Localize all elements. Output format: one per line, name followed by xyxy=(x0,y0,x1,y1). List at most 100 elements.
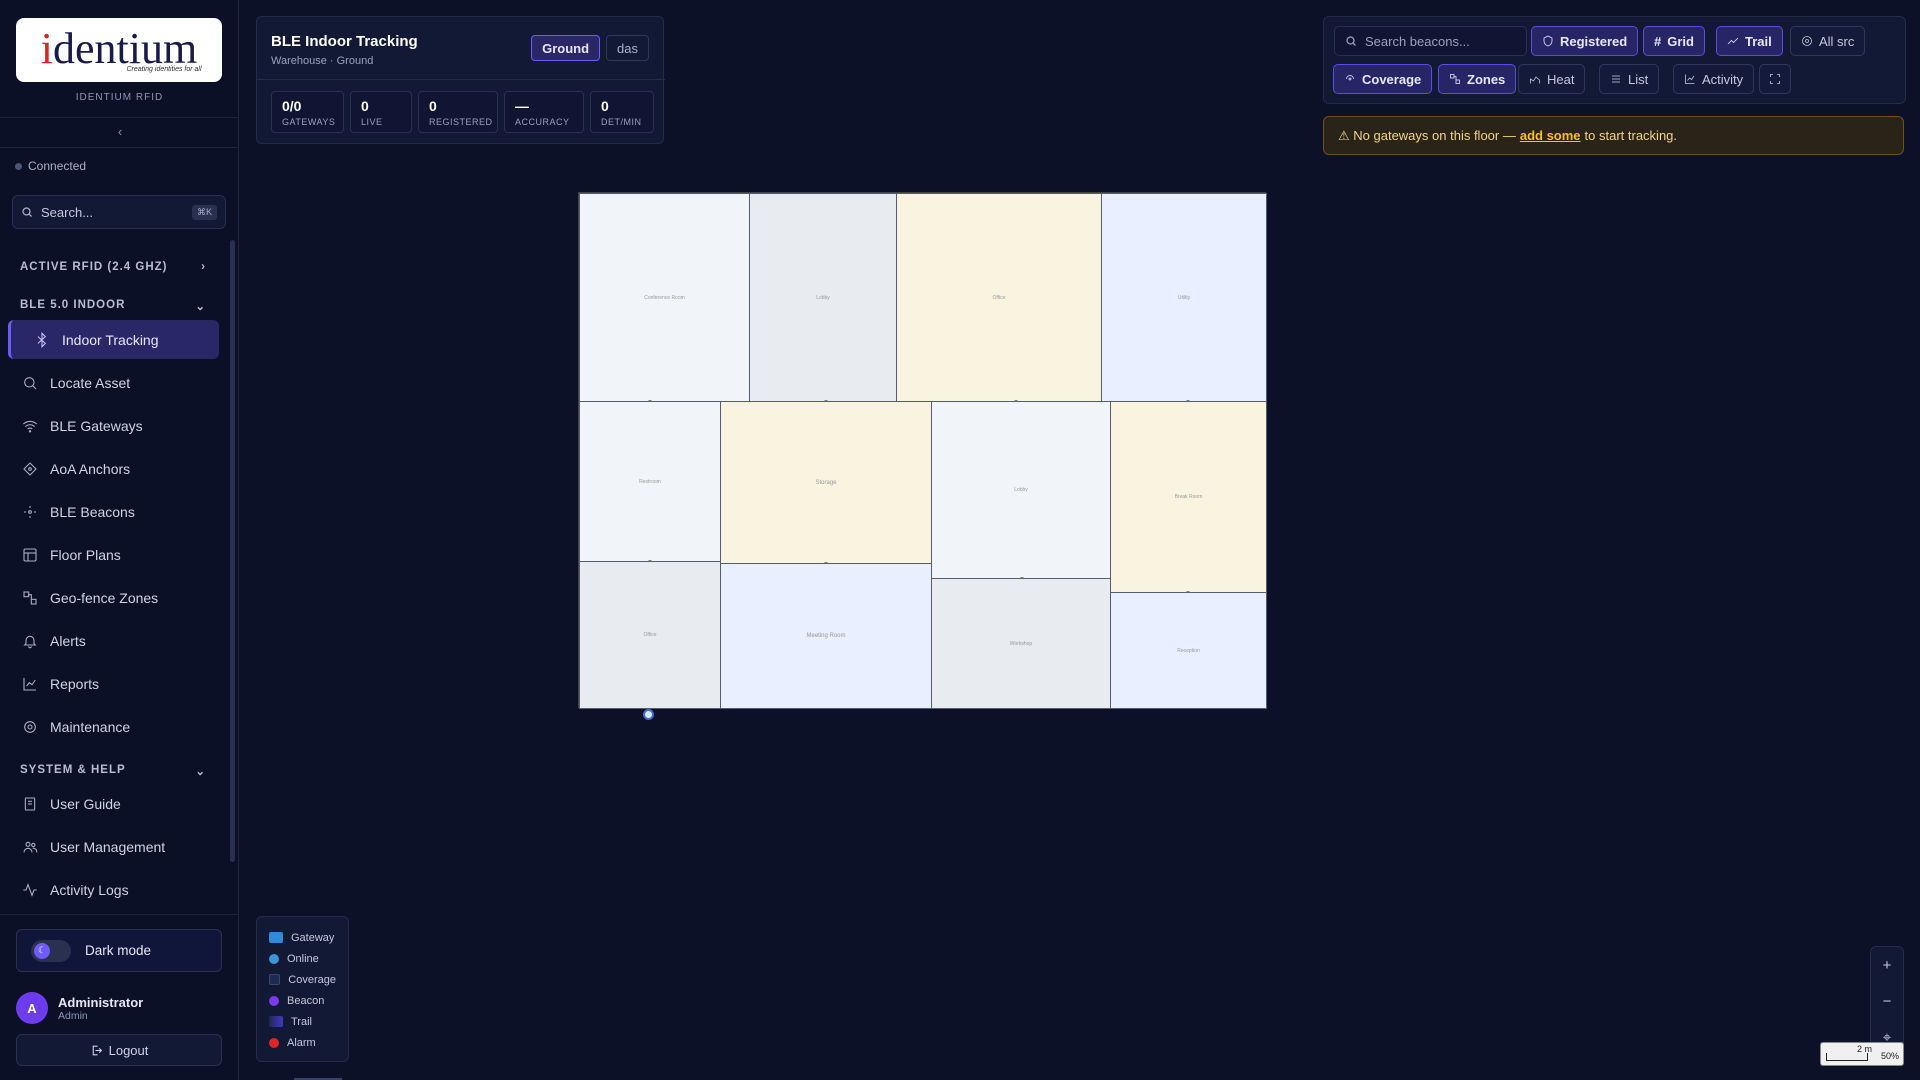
list-toggle-button[interactable]: List xyxy=(1599,64,1660,94)
sidebar-item-locate-asset[interactable]: Locate Asset xyxy=(8,363,219,402)
zone-utility[interactable]: Utility xyxy=(1101,193,1267,402)
sidebar-item-indoor-tracking[interactable]: Indoor Tracking xyxy=(8,320,219,359)
legend-label: Trail xyxy=(291,1015,312,1028)
button-label: Trail xyxy=(1745,33,1772,49)
section-active-rfid[interactable]: ACTIVE RFID (2.4 GHZ) › xyxy=(20,261,206,273)
sidebar-item-user-management[interactable]: User Management xyxy=(8,827,219,866)
legend-label: Alarm xyxy=(287,1036,316,1049)
sidebar-item-geo-fence-zones[interactable]: Geo-fence Zones xyxy=(8,578,219,617)
connection-label: Connected xyxy=(28,159,87,173)
dark-mode-toggle[interactable]: ☾ Dark mode xyxy=(16,929,222,972)
sidebar-item-label: BLE Beacons xyxy=(50,503,135,520)
beacon-search-input[interactable]: Search beacons... xyxy=(1334,26,1527,56)
legend-label: Gateway xyxy=(291,931,335,944)
button-label: Grid xyxy=(1667,33,1694,49)
zoom-in-button[interactable]: + xyxy=(1883,957,1892,974)
sidebar-item-ble-gateways[interactable]: BLE Gateways xyxy=(8,406,219,445)
alarm-dot-icon xyxy=(269,1037,279,1048)
sidebar-item-label: BLE Gateways xyxy=(50,417,143,434)
activity-toggle-button[interactable]: Activity xyxy=(1673,64,1755,94)
section-label: ACTIVE RFID (2.4 GHZ) xyxy=(20,261,168,273)
online-dot-icon xyxy=(269,953,279,964)
sidebar-item-activity-logs[interactable]: Activity Logs xyxy=(8,870,219,909)
stat-label: REGISTERED xyxy=(429,117,493,127)
toggle-switch[interactable]: ☾ xyxy=(31,939,71,962)
sidebar-item-floor-plans[interactable]: Floor Plans xyxy=(8,535,219,574)
zone-storage[interactable]: Storage xyxy=(720,401,932,564)
stat-label: GATEWAYS xyxy=(282,117,336,127)
map-legend: Gateway Online Coverage Beacon Trail Ala… xyxy=(256,916,349,1062)
zone-office-2[interactable]: Office xyxy=(579,561,721,709)
floor-tab-das[interactable]: das xyxy=(606,35,649,61)
zones-icon xyxy=(1450,74,1460,84)
logout-label: Logout xyxy=(108,1042,149,1058)
collapse-sidebar-button[interactable]: ‹ xyxy=(112,124,128,140)
sidebar-item-ble-beacons[interactable]: BLE Beacons xyxy=(8,492,219,531)
search-icon xyxy=(24,376,37,389)
zone-lobby[interactable]: Lobby xyxy=(749,193,897,402)
floor-tabs: Ground das xyxy=(531,35,649,61)
zone-conference-room[interactable]: Conference Room xyxy=(579,193,750,402)
all-sources-button[interactable]: All src xyxy=(1790,26,1866,56)
sidebar-item-aoa-anchors[interactable]: AoA Anchors xyxy=(8,449,219,488)
diamond-icon xyxy=(23,461,37,476)
map-origin-marker[interactable] xyxy=(643,709,654,720)
logo[interactable]: identium Creating identities for all xyxy=(16,18,222,82)
zone-lobby-2[interactable]: Lobby xyxy=(931,401,1111,579)
activity-icon xyxy=(23,882,37,897)
warning-text-suffix: to start tracking. xyxy=(1584,128,1678,143)
chevron-right-icon: › xyxy=(201,261,206,273)
zoom-out-button[interactable]: − xyxy=(1883,993,1892,1010)
sidebar-search-input[interactable]: Search... ⌘K xyxy=(12,195,226,229)
fullscreen-button[interactable] xyxy=(1759,64,1791,94)
stat-label: ACCURACY xyxy=(515,117,570,127)
registered-filter-button[interactable]: Registered xyxy=(1531,26,1639,56)
trail-swatch xyxy=(269,1016,283,1027)
section-ble-indoor[interactable]: BLE 5.0 INDOOR ⌄ xyxy=(20,299,206,313)
zone-break-room[interactable]: Break Room xyxy=(1110,401,1267,593)
zone-meeting-room[interactable]: Meeting Room xyxy=(720,563,932,709)
stats-row: 0/0 GATEWAYS 0 LIVE 0 REGISTERED — ACCURACY … xyxy=(271,91,654,133)
zones-toggle-button[interactable]: Zones xyxy=(1438,64,1517,94)
book-icon xyxy=(24,796,36,811)
sidebar-item-alerts[interactable]: Alerts xyxy=(8,621,219,660)
stat-label: DET/MIN xyxy=(601,117,642,127)
sidebar-item-reports[interactable]: Reports xyxy=(8,664,219,703)
trail-toggle-button[interactable]: Trail xyxy=(1716,26,1783,56)
logout-button[interactable]: Logout xyxy=(16,1034,222,1066)
section-system-help[interactable]: SYSTEM & HELP ⌄ xyxy=(20,764,206,778)
coverage-icon xyxy=(1346,75,1354,81)
legend-item-online: Online xyxy=(269,948,336,969)
sidebar-item-label: Activity Logs xyxy=(50,881,129,898)
floor-tab-ground[interactable]: Ground xyxy=(531,35,601,61)
zone-workshop[interactable]: Workshop xyxy=(931,578,1111,709)
beacon-icon xyxy=(24,505,36,518)
add-gateways-link[interactable]: add some xyxy=(1520,128,1581,143)
section-label: SYSTEM & HELP xyxy=(20,764,126,776)
section-label: BLE 5.0 INDOOR xyxy=(20,299,126,311)
grid-toggle-button[interactable]: # Grid xyxy=(1643,26,1705,56)
search-shortcut: ⌘K xyxy=(191,204,217,220)
sidebar-item-user-guide[interactable]: User Guide xyxy=(8,784,219,823)
user-profile[interactable]: A Administrator Admin xyxy=(16,992,143,1024)
sidebar-item-maintenance[interactable]: Maintenance xyxy=(8,707,219,746)
logo-tagline: Creating identities for all xyxy=(126,65,202,73)
divider xyxy=(0,147,239,148)
stat-registered: 0 REGISTERED xyxy=(418,91,498,133)
stat-value: — xyxy=(515,98,529,114)
activity-icon xyxy=(1685,74,1695,84)
zone-restroom[interactable]: Restroom xyxy=(579,401,721,562)
heat-toggle-button[interactable]: Heat xyxy=(1518,64,1586,94)
zone-reception[interactable]: Reception xyxy=(1110,592,1267,709)
chart-icon xyxy=(23,677,36,691)
status-dot-icon xyxy=(15,162,22,170)
sidebar-item-label: Indoor Tracking xyxy=(62,331,159,348)
sidebar-item-label: Maintenance xyxy=(50,718,131,735)
list-icon xyxy=(1612,75,1620,83)
gateway-swatch xyxy=(269,932,283,943)
coverage-toggle-button[interactable]: Coverage xyxy=(1333,64,1433,94)
zone-office[interactable]: Office xyxy=(896,193,1102,402)
door-marker xyxy=(1013,400,1019,403)
sidebar-scrollbar[interactable] xyxy=(230,240,235,862)
floor-plan-map[interactable]: Conference Room Lobby Office Utility Res… xyxy=(578,192,1267,709)
